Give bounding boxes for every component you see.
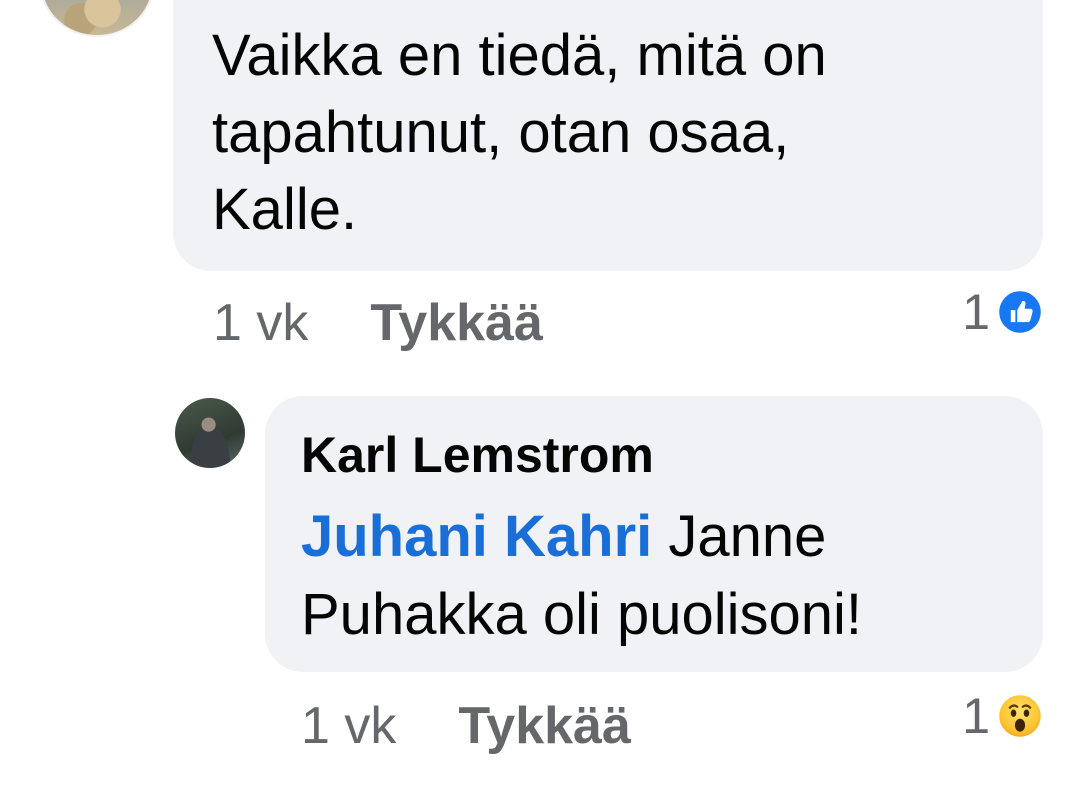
reply-author-avatar[interactable] (175, 398, 245, 468)
comment-actions: 1 vk Tykkää (213, 293, 543, 353)
like-reaction-icon (996, 288, 1044, 336)
reply-reaction-summary[interactable]: 1 (962, 687, 1044, 745)
comment-text: Vaikka en tiedä, mitä on tapahtunut, ota… (212, 23, 827, 242)
reply-like-button[interactable]: Tykkää (458, 697, 631, 755)
reply-actions: 1 vk Tykkää (301, 696, 631, 756)
reaction-count: 1 (962, 284, 990, 340)
reply-bubble[interactable]: Karl Lemstrom Juhani Kahri Janne Puhakka… (265, 396, 1043, 672)
comment-timestamp[interactable]: 1 vk (213, 294, 308, 352)
reply-timestamp[interactable]: 1 vk (301, 697, 396, 755)
mention-link[interactable]: Juhani Kahri (301, 504, 652, 569)
like-button[interactable]: Tykkää (370, 294, 543, 352)
reply-reaction-count: 1 (962, 688, 990, 744)
reply-text: Juhani Kahri Janne Puhakka oli puolisoni… (301, 498, 1021, 654)
comment-bubble[interactable]: Vaikka en tiedä, mitä on tapahtunut, ota… (173, 0, 1043, 271)
commenter-avatar[interactable] (40, 0, 154, 37)
reply-author-name[interactable]: Karl Lemstrom (301, 426, 654, 484)
wow-reaction-icon (996, 692, 1044, 740)
reaction-summary[interactable]: 1 (962, 283, 1044, 341)
comment-thread: Vaikka en tiedä, mitä on tapahtunut, ota… (0, 0, 1080, 790)
